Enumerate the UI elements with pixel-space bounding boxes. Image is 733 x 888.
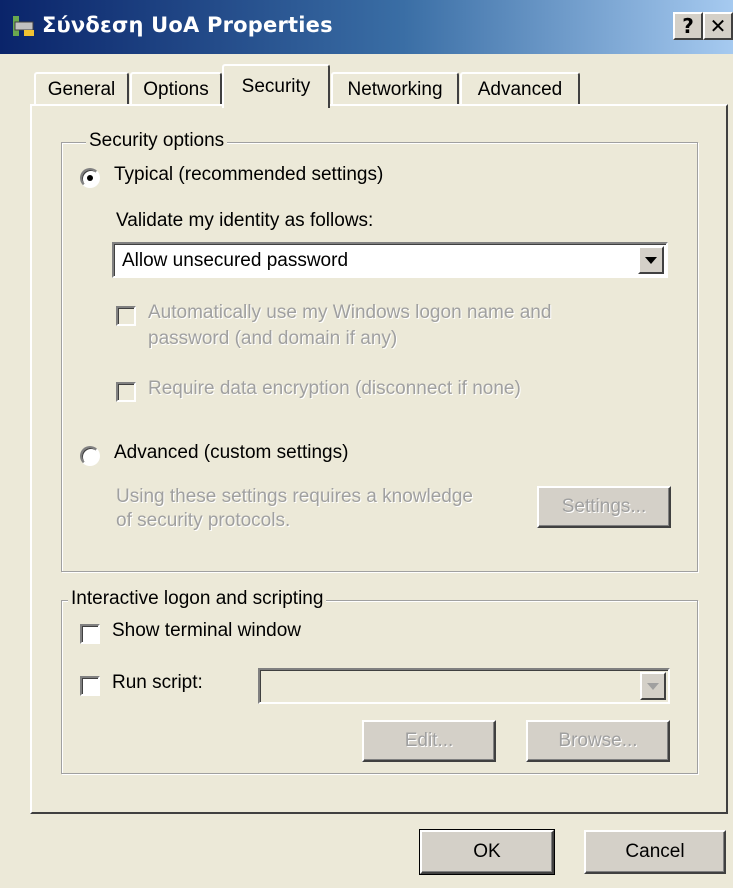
require-encryption-checkbox[interactable]	[116, 382, 136, 402]
run-script-label[interactable]: Run script:	[112, 672, 203, 694]
run-script-dropdown-button[interactable]	[640, 672, 666, 700]
run-script-select[interactable]	[258, 668, 670, 704]
tab-advanced[interactable]: Advanced	[460, 72, 580, 106]
title-bar[interactable]: Σύνδεση UoA Properties ? ✕	[0, 0, 733, 54]
require-encryption-label: Require data encryption (disconnect if n…	[148, 378, 521, 399]
tab-general[interactable]: General	[34, 72, 129, 106]
network-connection-icon	[13, 16, 34, 36]
advanced-description-line1: Using these settings requires a knowledg…	[116, 486, 473, 507]
chevron-down-icon	[647, 682, 659, 690]
validate-dropdown-button[interactable]	[638, 246, 664, 274]
advanced-radio[interactable]	[80, 446, 100, 466]
show-terminal-label[interactable]: Show terminal window	[112, 620, 301, 642]
browse-button[interactable]: Browse...	[526, 720, 670, 762]
auto-logon-label-line2: password (and domain if any)	[148, 328, 398, 349]
cancel-button[interactable]: Cancel	[584, 830, 726, 874]
chevron-down-icon	[645, 256, 657, 264]
advanced-label[interactable]: Advanced (custom settings)	[114, 442, 348, 464]
tab-security[interactable]: Security	[222, 64, 330, 108]
security-tab-panel: Security options Typical (recommended se…	[30, 104, 728, 814]
advanced-description-line2: of security protocols.	[116, 510, 291, 531]
typical-radio[interactable]	[80, 168, 100, 188]
typical-label[interactable]: Typical (recommended settings)	[114, 164, 383, 186]
run-script-checkbox[interactable]	[80, 676, 100, 696]
validate-label: Validate my identity as follows:	[116, 210, 374, 231]
interactive-logon-title: Interactive logon and scripting	[68, 588, 327, 610]
validate-identity-select[interactable]: Allow unsecured password	[112, 242, 668, 278]
ok-button[interactable]: OK	[419, 829, 555, 875]
show-terminal-checkbox[interactable]	[80, 624, 100, 644]
radio-dot-icon	[87, 175, 93, 181]
tab-networking[interactable]: Networking	[331, 72, 459, 106]
edit-button[interactable]: Edit...	[362, 720, 496, 762]
validate-identity-value: Allow unsecured password	[122, 250, 349, 271]
help-button[interactable]: ?	[673, 12, 703, 40]
settings-button[interactable]: Settings...	[537, 486, 671, 528]
tab-options[interactable]: Options	[130, 72, 222, 106]
security-options-title: Security options	[86, 130, 228, 152]
close-button[interactable]: ✕	[703, 12, 733, 40]
auto-logon-checkbox[interactable]	[116, 306, 136, 326]
window-title: Σύνδεση UoA Properties	[42, 13, 333, 37]
auto-logon-label-line1: Automatically use my Windows logon name …	[148, 302, 552, 323]
